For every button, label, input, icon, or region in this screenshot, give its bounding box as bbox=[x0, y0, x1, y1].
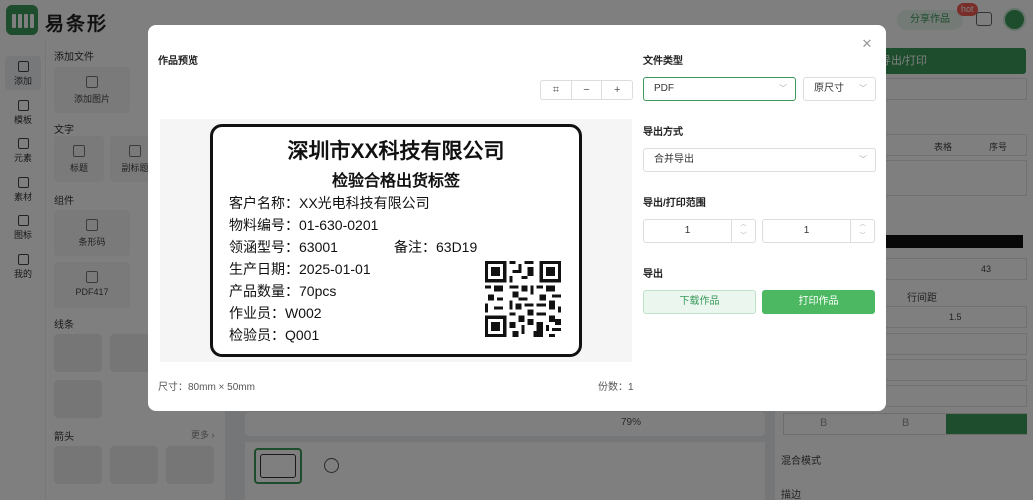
print-button[interactable]: 打印作品 bbox=[762, 290, 875, 314]
zoom-out-button[interactable]: − bbox=[570, 81, 602, 99]
copies-count: 份数：1 bbox=[598, 382, 634, 393]
label-note: 备注：63D19 bbox=[394, 239, 478, 255]
range-to-stepper[interactable]: ︿ ﹀ bbox=[850, 220, 874, 242]
range-label: 导出/打印范围 bbox=[643, 198, 706, 209]
chevron-down-icon: ﹀ bbox=[740, 233, 747, 239]
label-date: 生产日期：2025-01-01 bbox=[229, 261, 371, 277]
label-preview: 深圳市XX科技有限公司 检验合格出货标签 客户名称：XX光电科技有限公司 物料编… bbox=[210, 124, 582, 357]
preview-zoom-controls: ⌗ − + bbox=[540, 80, 633, 100]
preview-area: 深圳市XX科技有限公司 检验合格出货标签 客户名称：XX光电科技有限公司 物料编… bbox=[160, 119, 632, 362]
chevron-down-icon: ﹀ bbox=[859, 233, 866, 239]
export-label: 导出 bbox=[643, 269, 663, 280]
label-company-name: 深圳市XX科技有限公司 bbox=[287, 140, 505, 163]
label-model: 领涵型号：63001 bbox=[229, 239, 338, 255]
range-from-input[interactable]: 1 ︿ ﹀ bbox=[643, 219, 756, 243]
label-subtitle: 检验合格出货标签 bbox=[331, 173, 460, 190]
preview-title: 作品预览 bbox=[158, 56, 198, 67]
label-inspector: 检验员：Q001 bbox=[229, 327, 320, 343]
scale-select[interactable]: 原尺寸 ﹀ bbox=[803, 77, 876, 101]
range-from-stepper[interactable]: ︿ ﹀ bbox=[731, 220, 755, 242]
chevron-down-icon: ﹀ bbox=[859, 155, 867, 164]
label-size: 尺寸：80mm × 50mm bbox=[158, 382, 255, 393]
label-quantity: 产品数量：70pcs bbox=[229, 283, 337, 299]
range-to-input[interactable]: 1 ︿ ﹀ bbox=[762, 219, 875, 243]
fit-screen-icon[interactable]: ⌗ bbox=[541, 81, 571, 99]
download-button[interactable]: 下载作品 bbox=[643, 290, 756, 314]
chevron-down-icon: ﹀ bbox=[779, 84, 787, 93]
file-type-label: 文件类型 bbox=[643, 56, 683, 67]
qr-code bbox=[485, 261, 561, 337]
label-material: 物料编号：01-630-0201 bbox=[229, 217, 379, 233]
export-mode-label: 导出方式 bbox=[643, 127, 683, 138]
chevron-up-icon: ︿ bbox=[859, 222, 866, 228]
close-icon[interactable]: ✕ bbox=[860, 37, 874, 51]
label-operator: 作业员：W002 bbox=[229, 305, 322, 321]
chevron-down-icon: ﹀ bbox=[859, 84, 867, 93]
file-type-select[interactable]: PDF ﹀ bbox=[643, 77, 796, 101]
zoom-in-button[interactable]: + bbox=[601, 81, 632, 99]
export-mode-select[interactable]: 合并导出 ﹀ bbox=[643, 148, 876, 172]
preview-export-dialog: 作品预览 ✕ ⌗ − + 深圳市XX科技有限公司 检验合格出货标签 客户名称：X… bbox=[148, 25, 886, 411]
chevron-up-icon: ︿ bbox=[740, 222, 747, 228]
label-customer: 客户名称：XX光电科技有限公司 bbox=[229, 195, 430, 211]
